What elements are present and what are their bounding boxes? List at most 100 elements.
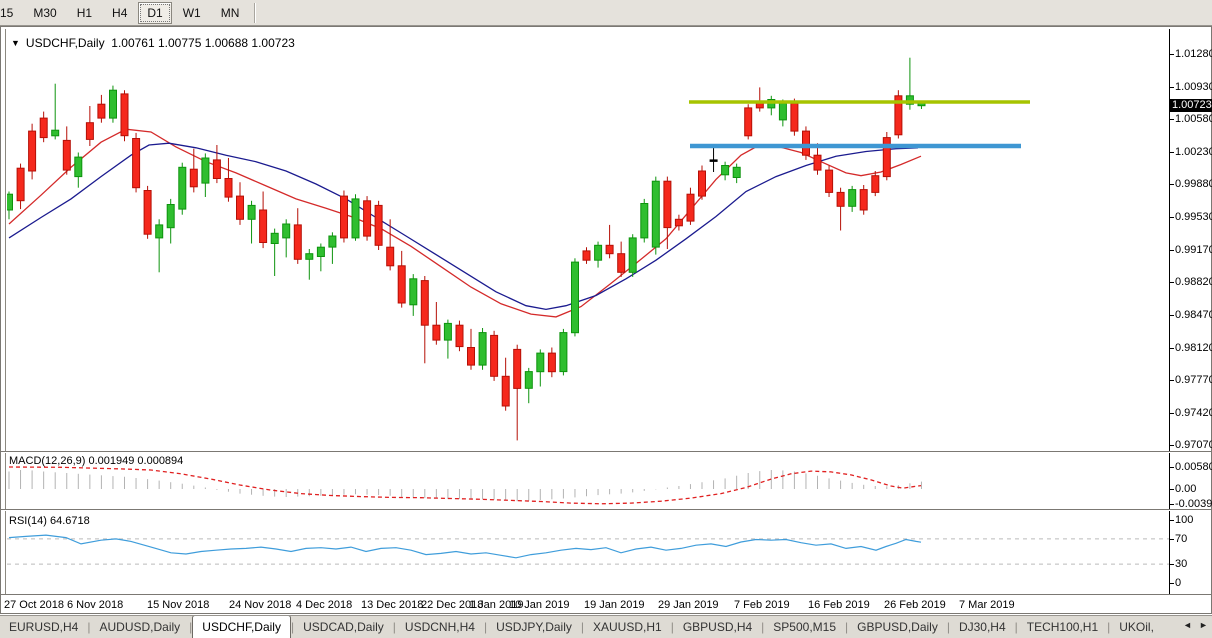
tab-gbpusd-daily[interactable]: GBPUSD,Daily [848, 617, 947, 638]
candle-body[interactable] [156, 225, 163, 238]
candle-body[interactable] [40, 118, 47, 138]
candle-body[interactable] [722, 166, 729, 175]
candle-body[interactable] [17, 168, 24, 201]
timeframe-button-w1[interactable]: W1 [174, 2, 210, 24]
timeframe-button-m30[interactable]: M30 [24, 2, 65, 24]
candle-body[interactable] [826, 170, 833, 192]
tab-xauusd-h1[interactable]: XAUUSD,H1 [584, 617, 671, 638]
tab-usdcad-daily[interactable]: USDCAD,Daily [294, 617, 393, 638]
candle-body[interactable] [664, 181, 671, 227]
candle-body[interactable] [398, 266, 405, 303]
candle-body[interactable] [641, 204, 648, 238]
candle-body[interactable] [791, 103, 798, 131]
candle-body[interactable] [410, 279, 417, 305]
candle-body[interactable] [86, 123, 93, 140]
tab-ukoil[interactable]: UKOil, [1110, 617, 1163, 638]
tab-audusd-daily[interactable]: AUDUSD,Daily [90, 617, 189, 638]
candle-body[interactable] [699, 171, 706, 196]
timeframe-button-15[interactable]: 15 [0, 2, 22, 24]
timeframe-button-h1[interactable]: H1 [68, 2, 101, 24]
candle-body[interactable] [260, 210, 267, 243]
candle-body[interactable] [387, 247, 394, 266]
candle-body[interactable] [468, 348, 475, 366]
candle-body[interactable] [52, 130, 59, 136]
candle-body[interactable] [98, 104, 105, 118]
tab-gbpusd-h4[interactable]: GBPUSD,H4 [674, 617, 761, 638]
candle-body[interactable] [248, 205, 255, 219]
candle-body[interactable] [837, 192, 844, 206]
candle-body[interactable] [433, 325, 440, 340]
candle-body[interactable] [75, 157, 82, 177]
candle-body[interactable] [860, 190, 867, 210]
candle-body[interactable] [29, 131, 36, 171]
candle-body[interactable] [629, 238, 636, 272]
candle-body[interactable] [283, 224, 290, 238]
candle-body[interactable] [237, 196, 244, 219]
tab-sp500-m15[interactable]: SP500,M15 [764, 617, 845, 638]
timeframe-button-mn[interactable]: MN [212, 2, 249, 24]
rsi-pane-separator[interactable] [1, 509, 1211, 510]
tab-usdchf-daily[interactable]: USDCHF,Daily [192, 615, 291, 638]
tab-scroll-left-icon[interactable]: ◄ [1181, 620, 1194, 630]
candle-body[interactable] [491, 335, 498, 376]
chart-window[interactable]: ▼USDCHF,Daily 1.00761 1.00775 1.00688 1.… [0, 26, 1212, 614]
candle-body[interactable] [271, 233, 278, 243]
price-chart-pane[interactable] [7, 29, 1170, 451]
candle-body[interactable] [121, 94, 128, 136]
tab-eurusd-h4[interactable]: EURUSD,H4 [0, 617, 87, 638]
candle-body[interactable] [872, 176, 879, 193]
candle-body[interactable] [341, 196, 348, 238]
candle-body[interactable] [352, 199, 359, 238]
candle-body[interactable] [560, 333, 567, 372]
candle-body[interactable] [190, 169, 197, 187]
candle-body[interactable] [456, 325, 463, 346]
tab-dj30-h4[interactable]: DJ30,H4 [950, 617, 1015, 638]
candle-body[interactable] [537, 353, 544, 372]
macd-pane-separator[interactable] [1, 451, 1211, 452]
candle-body[interactable] [213, 160, 220, 179]
candle-body[interactable] [444, 323, 451, 340]
candle-body[interactable] [63, 140, 70, 170]
tab-usdjpy-daily[interactable]: USDJPY,Daily [487, 617, 581, 638]
tab-usdcnh-h4[interactable]: USDCNH,H4 [396, 617, 484, 638]
candle-body[interactable] [514, 349, 521, 388]
candle-body[interactable] [133, 139, 140, 188]
candle-body[interactable] [167, 205, 174, 228]
candle-body[interactable] [364, 201, 371, 236]
candle-body[interactable] [294, 225, 301, 259]
candle-body[interactable] [479, 333, 486, 366]
candle-body[interactable] [595, 245, 602, 260]
candle-body[interactable] [687, 194, 694, 221]
candle-body[interactable] [779, 103, 786, 120]
candle-body[interactable] [525, 372, 532, 389]
candle-body[interactable] [618, 254, 625, 273]
candle-body[interactable] [306, 254, 313, 260]
candle-body[interactable] [179, 167, 186, 209]
candle-body[interactable] [606, 245, 613, 253]
candle-body[interactable] [583, 251, 590, 260]
candle-body[interactable] [745, 108, 752, 136]
candle-body[interactable] [814, 155, 821, 170]
candle-body[interactable] [202, 158, 209, 183]
candle-body[interactable] [803, 131, 810, 155]
candle-body[interactable] [375, 205, 382, 245]
candle-body[interactable] [733, 167, 740, 177]
candle-body[interactable] [548, 353, 555, 372]
candle-body[interactable] [849, 190, 856, 207]
tab-tech100-h1[interactable]: TECH100,H1 [1018, 617, 1107, 638]
candle-body[interactable] [675, 219, 682, 226]
candle-body[interactable] [710, 160, 717, 162]
candle-body[interactable] [110, 90, 117, 118]
candle-body[interactable] [883, 138, 890, 177]
timeframe-button-h4[interactable]: H4 [103, 2, 136, 24]
tab-scroll-right-icon[interactable]: ► [1197, 620, 1210, 630]
candle-body[interactable] [421, 281, 428, 326]
chart-dropdown-icon[interactable]: ▼ [11, 38, 20, 48]
candle-body[interactable] [572, 262, 579, 333]
candle-body[interactable] [7, 194, 13, 210]
candle-body[interactable] [502, 376, 509, 406]
candle-body[interactable] [652, 181, 659, 247]
rsi-indicator-pane[interactable] [7, 511, 1170, 594]
candle-body[interactable] [144, 191, 151, 235]
candle-body[interactable] [317, 247, 324, 256]
